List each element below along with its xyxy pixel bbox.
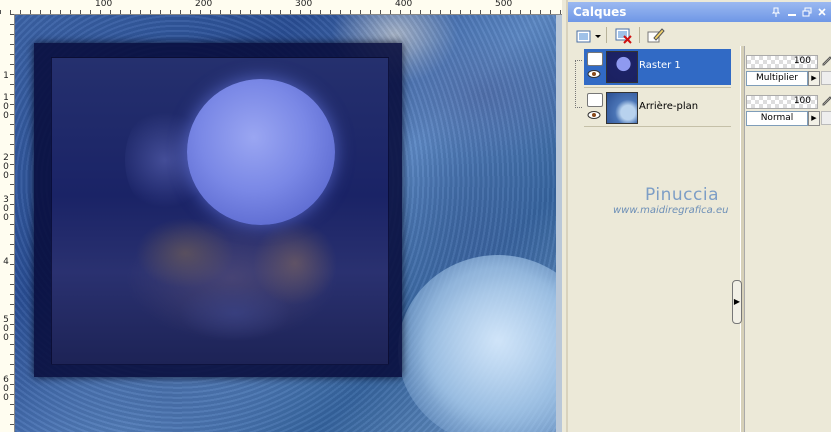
ruler-label: 100 bbox=[3, 93, 9, 121]
opacity-value: 100 bbox=[793, 96, 811, 106]
layer-tree-lines bbox=[575, 60, 582, 108]
canvas-image[interactable] bbox=[15, 15, 556, 432]
layer-props-background: 100 Normal ▶ bbox=[746, 92, 831, 128]
lock-icon[interactable] bbox=[821, 54, 831, 66]
opacity-slider[interactable]: 100 bbox=[746, 95, 818, 109]
blend-mode-arrow-icon[interactable]: ▶ bbox=[808, 71, 820, 86]
delete-layer-icon[interactable] bbox=[613, 25, 635, 47]
ruler-label: 4 bbox=[3, 257, 9, 267]
watermark-url: www.maidiregrafica.eu bbox=[613, 205, 729, 216]
layers-toolbar bbox=[570, 24, 829, 46]
layer-type-icon bbox=[587, 52, 603, 66]
layer-type-icon bbox=[587, 93, 603, 107]
link-icon[interactable] bbox=[821, 71, 831, 85]
dropdown-arrow-icon[interactable] bbox=[593, 25, 603, 47]
collapse-arrow-icon[interactable]: ▶ bbox=[732, 280, 742, 324]
opacity-value: 100 bbox=[793, 56, 811, 66]
ruler-label: 400 bbox=[395, 0, 413, 9]
toolbar-separator bbox=[639, 27, 640, 43]
edit-layer-icon[interactable] bbox=[645, 25, 667, 47]
ruler-label: 600 bbox=[3, 375, 9, 403]
blend-mode-select[interactable]: Multiplier bbox=[746, 71, 808, 86]
link-icon[interactable] bbox=[821, 111, 831, 125]
fairy-figures bbox=[65, 193, 385, 353]
layers-palette: Calques Raster 1 Arrière-plan ▶ 100 Mult… bbox=[566, 0, 831, 432]
opacity-slider[interactable]: 100 bbox=[746, 55, 818, 69]
layer-name: Raster 1 bbox=[639, 60, 681, 71]
row-divider bbox=[584, 126, 731, 127]
restore-icon[interactable] bbox=[802, 7, 812, 17]
pin-icon[interactable] bbox=[771, 7, 781, 17]
ruler-label: 200 bbox=[195, 0, 213, 9]
layer-thumbnail bbox=[606, 51, 638, 83]
close-icon[interactable] bbox=[817, 7, 827, 17]
layer-row-raster-1[interactable]: Raster 1 bbox=[584, 49, 731, 85]
palette-title: Calques bbox=[573, 5, 627, 19]
new-layer-icon[interactable] bbox=[574, 25, 594, 47]
blend-mode-arrow-icon[interactable]: ▶ bbox=[808, 111, 820, 126]
layer-row-background[interactable]: Arrière-plan bbox=[584, 90, 731, 126]
minimize-icon[interactable] bbox=[787, 7, 797, 17]
layer-thumbnail bbox=[606, 92, 638, 124]
ruler-label: 300 bbox=[3, 195, 9, 223]
layer-props-raster-1: 100 Multiplier ▶ bbox=[746, 52, 831, 88]
ruler-label: 100 bbox=[95, 0, 113, 9]
ruler-label: 500 bbox=[3, 315, 9, 343]
horizontal-ruler: 100 200 300 400 500 bbox=[0, 0, 562, 15]
vertical-ruler: 1 100 200 300 4 500 600 bbox=[0, 14, 15, 432]
canvas-area[interactable]: 100 200 300 400 500 1 100 200 300 4 500 … bbox=[0, 0, 562, 432]
toolbar-separator bbox=[606, 27, 607, 43]
layer-name: Arrière-plan bbox=[639, 101, 699, 112]
palette-title-bar[interactable]: Calques bbox=[568, 2, 831, 22]
ruler-label: 500 bbox=[495, 0, 513, 9]
lock-icon[interactable] bbox=[821, 94, 831, 106]
layer-list: Raster 1 Arrière-plan bbox=[574, 46, 740, 432]
ruler-label: 200 bbox=[3, 153, 9, 181]
blend-mode-select[interactable]: Normal bbox=[746, 111, 808, 126]
layer-properties: 100 Multiplier ▶ 100 Normal ▶ bbox=[745, 46, 831, 432]
ruler-label: 1 bbox=[3, 71, 9, 81]
row-divider bbox=[584, 87, 731, 88]
watermark-name: Pinuccia bbox=[645, 185, 719, 205]
eye-icon[interactable] bbox=[587, 110, 601, 120]
ruler-label: 300 bbox=[295, 0, 313, 9]
eye-icon[interactable] bbox=[587, 69, 601, 79]
